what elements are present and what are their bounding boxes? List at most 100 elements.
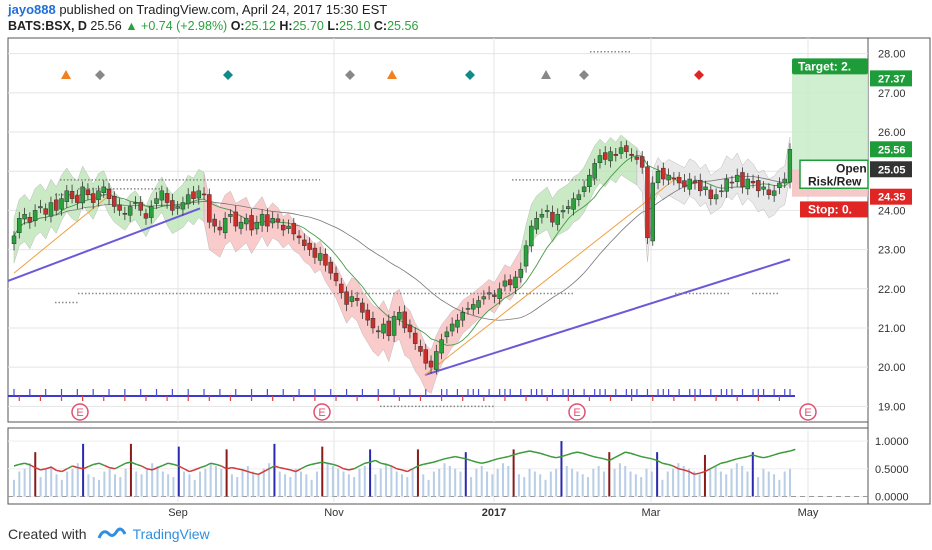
mfi-bar xyxy=(71,468,74,497)
mfi-bar xyxy=(597,466,600,497)
mfi-bar xyxy=(539,474,542,497)
candle-body xyxy=(154,198,159,204)
mfi-bar xyxy=(342,471,345,497)
candle-body xyxy=(529,225,534,247)
mfi-bar xyxy=(273,443,276,497)
mfi-bar xyxy=(145,468,148,497)
earnings-label: E xyxy=(573,407,580,419)
tradingview-brand[interactable]: TradingView xyxy=(133,526,210,542)
tradingview-logo-icon xyxy=(97,527,126,539)
candle-body xyxy=(476,300,481,308)
candle-body xyxy=(676,177,682,184)
mfi-bar xyxy=(294,468,297,497)
candle-body xyxy=(185,194,191,205)
mfi-bar xyxy=(204,468,207,497)
candle-body xyxy=(212,218,217,227)
candle-body xyxy=(328,261,333,274)
candle-body xyxy=(729,181,735,184)
mfi-bar xyxy=(618,463,621,497)
candle-body xyxy=(629,153,634,156)
y-tick-label: 21.00 xyxy=(878,323,906,335)
indicator-tick-label: 0.0000 xyxy=(875,491,909,503)
mfi-bar xyxy=(135,471,138,497)
candle-body xyxy=(513,276,518,289)
candle-body xyxy=(11,235,17,244)
mfi-bar xyxy=(385,463,388,497)
candle-body xyxy=(497,288,502,299)
mfi-bar xyxy=(50,466,53,497)
candle-body xyxy=(249,215,254,231)
mfi-bar xyxy=(374,474,377,497)
candle-body xyxy=(53,199,59,211)
price-tag-label: 25.56 xyxy=(878,144,906,156)
mfi-bar xyxy=(140,474,143,497)
mfi-bar xyxy=(113,474,116,497)
candle-body xyxy=(122,213,128,215)
mfi-bar xyxy=(475,468,478,497)
mfi-bar xyxy=(767,471,770,497)
candle-body xyxy=(228,214,233,217)
candle-body xyxy=(534,217,539,230)
candle-body xyxy=(703,186,708,190)
price-chart[interactable]: 19.0020.0021.0022.0023.0024.0025.0026.00… xyxy=(0,0,932,550)
candle-body xyxy=(238,221,244,229)
candle-body xyxy=(17,217,22,234)
price-tag-label: 25.05 xyxy=(878,164,906,176)
mfi-bar xyxy=(209,463,212,497)
candle-body xyxy=(434,351,439,370)
candle-body xyxy=(370,318,376,329)
mfi-bar xyxy=(762,468,765,497)
candle-body xyxy=(27,216,33,223)
candle-body xyxy=(787,149,793,183)
mfi-bar xyxy=(82,443,85,497)
mfi-bar xyxy=(422,474,425,497)
candle-body xyxy=(180,202,186,210)
candle-body xyxy=(333,272,339,282)
mfi-bar xyxy=(156,466,159,497)
candle xyxy=(650,176,655,246)
mfi-bar xyxy=(278,471,281,497)
candle-body xyxy=(80,186,85,204)
mfi-bar xyxy=(347,474,350,497)
candle-body xyxy=(650,182,655,242)
mfi-bar xyxy=(517,474,520,497)
candle-body xyxy=(170,200,175,211)
candle-body xyxy=(608,151,613,162)
candle-body xyxy=(412,332,418,344)
candle-body xyxy=(576,194,582,200)
mfi-bar xyxy=(650,471,653,497)
mfi-bar xyxy=(698,474,701,497)
candle-body xyxy=(312,247,318,258)
mfi-bar xyxy=(656,452,659,497)
y-tick-label: 28.00 xyxy=(878,49,906,61)
mfi-bar xyxy=(555,468,558,497)
candle-body xyxy=(750,180,756,184)
mfi-bar xyxy=(725,474,728,497)
mfi-bar xyxy=(789,468,791,497)
target-label: Target: 2. xyxy=(798,59,851,73)
candle-body xyxy=(270,217,275,224)
mfi-bar xyxy=(257,474,260,497)
mfi-bar xyxy=(151,463,154,497)
candle-body xyxy=(465,308,471,310)
candle-body xyxy=(349,296,355,302)
candle-body xyxy=(645,166,650,239)
candle-body xyxy=(265,214,270,227)
mfi-bar xyxy=(300,471,303,497)
mfi-bar xyxy=(34,452,37,497)
mfi-bar xyxy=(236,477,239,497)
candle-body xyxy=(244,217,249,225)
candle-body xyxy=(69,191,75,199)
mfi-bar xyxy=(199,471,202,497)
candle-body xyxy=(59,198,64,210)
mfi-bar xyxy=(315,471,318,497)
mfi-bar xyxy=(310,479,313,497)
candle-body xyxy=(302,239,307,246)
candle-body xyxy=(507,279,513,286)
candle-body xyxy=(96,190,101,201)
candle-body xyxy=(539,214,545,218)
candle-body xyxy=(259,214,265,226)
earnings-label: E xyxy=(804,407,811,419)
mfi-bar xyxy=(262,468,265,497)
candle-body xyxy=(196,190,202,199)
